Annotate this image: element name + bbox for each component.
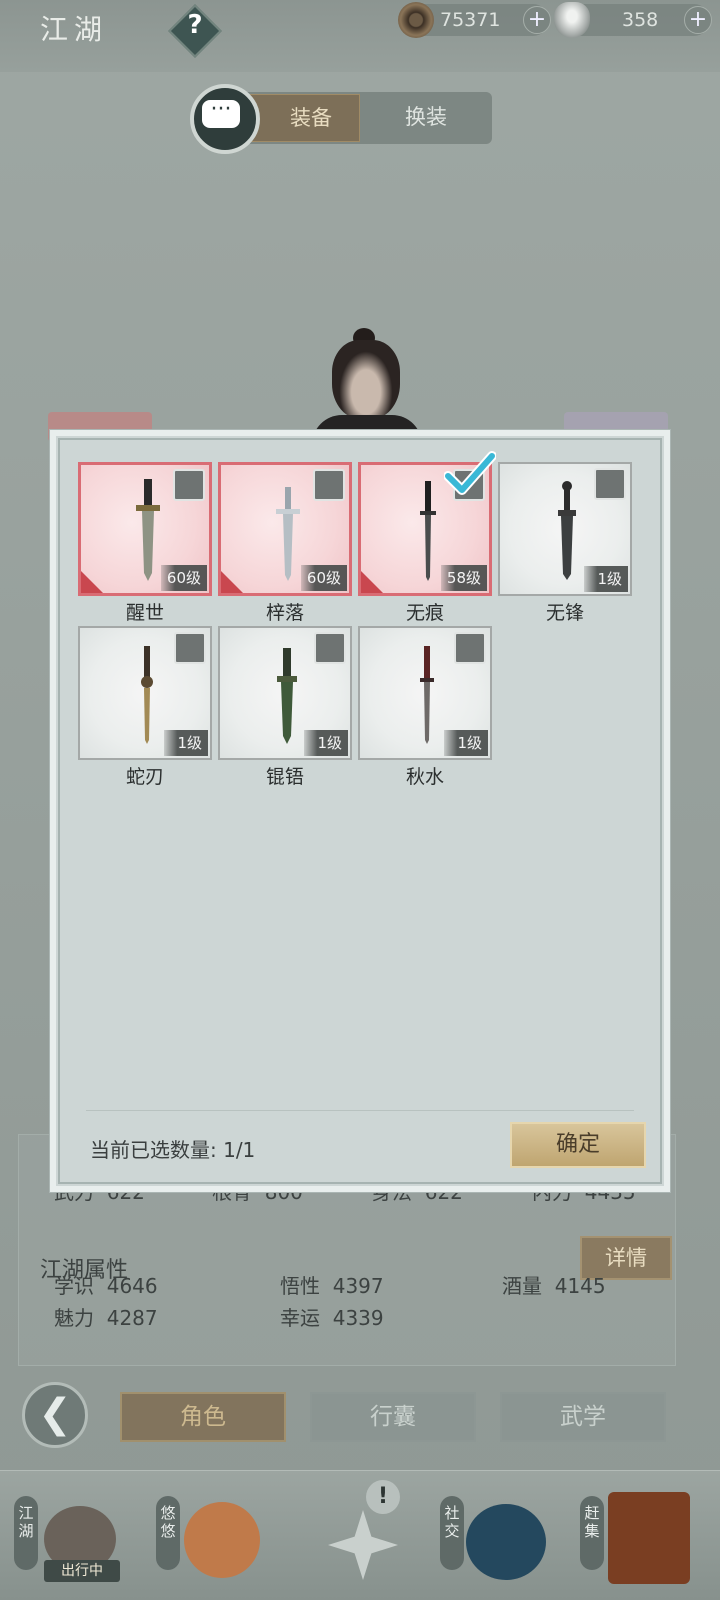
alert-icon: ! (366, 1480, 400, 1514)
checkmark-icon (444, 451, 496, 495)
stat-charm: 魅力 4287 (54, 1302, 158, 1331)
stat-value: 4145 (554, 1274, 606, 1298)
weapon-name: 梓落 (265, 602, 304, 624)
back-button[interactable]: ❮ (22, 1382, 88, 1448)
nav-bag[interactable]: 行囊 (310, 1392, 476, 1442)
add-silver-button[interactable]: + (684, 6, 712, 34)
stat-value: 4339 (332, 1306, 384, 1330)
weapon-card-sheren[interactable]: 1级 (78, 626, 212, 760)
weapon-card-qiushui[interactable]: 1级 (358, 626, 492, 760)
tab-change-outfit[interactable]: 换装 (362, 94, 490, 142)
weapon-card-xingshi[interactable]: 60级 (78, 462, 212, 596)
stat-luck: 幸运 4339 (280, 1302, 384, 1331)
stat-label: 酒量 (502, 1274, 542, 1298)
copper-coin-icon (398, 2, 434, 38)
level-badge: 60级 (300, 565, 347, 591)
select-checkbox[interactable] (174, 632, 206, 664)
weapon-name: 醒世 (125, 602, 164, 624)
select-checkbox[interactable] (173, 469, 205, 501)
nav-martial-arts[interactable]: 武学 (500, 1392, 666, 1442)
level-badge: 1级 (164, 730, 208, 756)
stat-comprehension: 悟性 4397 (280, 1270, 384, 1299)
stat-value: 4397 (332, 1274, 384, 1298)
rarity-corner (221, 571, 243, 593)
selected-count: 当前已选数量: 1/1 (90, 1138, 256, 1162)
stat-label: 学识 (54, 1274, 94, 1298)
level-badge: 1级 (304, 730, 348, 756)
dock-label: 赶集 (580, 1496, 604, 1570)
level-badge: 1级 (444, 730, 488, 756)
level-badge: 58级 (440, 565, 487, 591)
stat-label: 悟性 (280, 1274, 320, 1298)
chat-dots: ··· (210, 97, 232, 122)
level-badge: 60级 (160, 565, 207, 591)
stat-value: 4287 (106, 1306, 158, 1330)
page-title: 江湖 (40, 13, 109, 46)
dock-center[interactable]: ! (310, 1480, 420, 1596)
sunset-bird-icon (184, 1502, 260, 1578)
basket-icon (608, 1492, 690, 1584)
silver-value: 358 (622, 9, 659, 31)
traveling-badge: 出行中 (44, 1560, 120, 1582)
weapon-name: 无痕 (405, 602, 444, 624)
confirm-button[interactable]: 确定 (510, 1122, 646, 1168)
stat-knowledge: 学识 4646 (54, 1270, 158, 1299)
stat-label: 魅力 (54, 1306, 94, 1330)
help-icon[interactable]: ? (176, 10, 214, 50)
coin-value: 75371 (440, 9, 501, 31)
silver-ingot-icon (554, 2, 590, 38)
rarity-corner (361, 571, 383, 593)
dock-label: 江湖 (14, 1496, 38, 1570)
wave-icon (466, 1504, 546, 1580)
dock-label: 悠悠 (156, 1496, 180, 1570)
nav-role[interactable]: 角色 (120, 1392, 286, 1442)
stat-drinking: 酒量 4145 (502, 1270, 606, 1299)
dock-label: 社交 (440, 1496, 464, 1570)
select-checkbox[interactable] (594, 468, 626, 500)
weapon-name: 秋水 (405, 766, 444, 788)
dialog-divider (86, 1110, 634, 1111)
level-badge: 1级 (584, 566, 628, 592)
stat-value: 4646 (106, 1274, 158, 1298)
weapon-name: 蛇刃 (125, 766, 164, 788)
character-portrait (332, 340, 400, 420)
stat-label: 幸运 (280, 1306, 320, 1330)
weapon-name: 无锋 (545, 602, 584, 624)
add-coins-button[interactable]: + (523, 6, 551, 34)
dock-market[interactable]: 赶集 (580, 1492, 690, 1596)
dock-youyou[interactable]: 悠悠 (156, 1496, 266, 1596)
weapon-card-ziluo[interactable]: 60级 (218, 462, 352, 596)
rarity-corner (81, 571, 103, 593)
weapon-card-wufeng[interactable]: 1级 (498, 462, 632, 596)
weapon-card-kunwu[interactable]: 1级 (218, 626, 352, 760)
weapon-name: 锟铻 (265, 766, 304, 788)
dock-social[interactable]: 社交 (440, 1496, 550, 1596)
select-checkbox[interactable] (454, 632, 486, 664)
select-checkbox[interactable] (314, 632, 346, 664)
coin-counter: 75371 + (398, 2, 551, 38)
compass-star-icon (328, 1510, 398, 1580)
silver-counter: 358 + (554, 2, 712, 38)
select-checkbox[interactable] (313, 469, 345, 501)
